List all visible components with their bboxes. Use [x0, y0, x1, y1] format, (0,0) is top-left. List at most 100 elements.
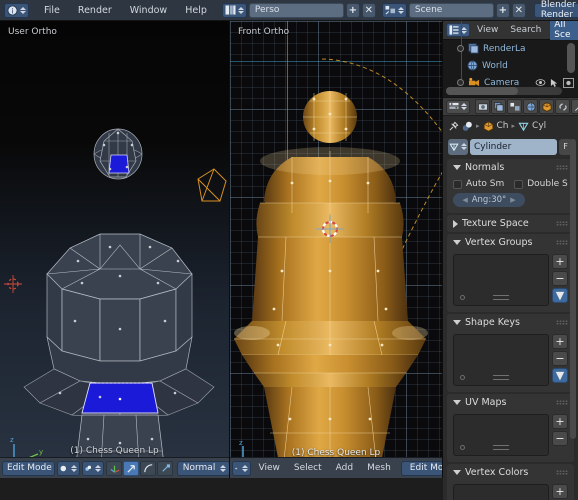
list-resize-grip[interactable]	[493, 295, 509, 300]
panel-normals-header[interactable]: Normals	[447, 159, 574, 176]
screen-layout-add-button[interactable]: +	[345, 2, 360, 18]
eye-icon[interactable]	[535, 78, 546, 87]
scene-browse-button[interactable]	[381, 2, 407, 18]
cursor-arrow-icon[interactable]	[550, 78, 559, 88]
outliner-editor-type-button[interactable]	[446, 23, 470, 37]
menu-file[interactable]: File	[35, 0, 69, 21]
auto-smooth-checkbox[interactable]: Auto Sm	[453, 179, 504, 189]
shape-key-specials-button[interactable]: ▼	[552, 368, 568, 383]
menu-add-right[interactable]: Add	[330, 458, 359, 479]
menu-mesh-right[interactable]: Mesh	[361, 458, 397, 479]
mesh-data-icon-breadcrumb[interactable]	[518, 121, 529, 132]
properties-tab-object[interactable]	[539, 99, 554, 114]
outliner-row-world[interactable]: World	[443, 57, 578, 74]
blender-icon-menu[interactable]: i	[4, 2, 29, 18]
expand-disclosure-icon[interactable]	[457, 45, 464, 52]
transform-orientation-selector[interactable]: Normal	[177, 460, 229, 476]
properties-vscrollbar[interactable]	[570, 139, 576, 439]
vertex-groups-list[interactable]	[453, 254, 549, 306]
screen-layout-remove-button[interactable]: ✕	[361, 2, 376, 18]
vertex-color-add-button[interactable]: +	[552, 484, 568, 499]
editor-type-selector-right[interactable]	[232, 460, 251, 476]
properties-editor-type-button[interactable]	[446, 99, 470, 114]
screen-layout-field[interactable]: Perso	[248, 2, 344, 18]
pivot-spinner[interactable]	[95, 464, 102, 472]
list-resize-grip[interactable]	[493, 445, 509, 450]
shape-keys-list[interactable]	[453, 334, 549, 386]
pivot-point-selector[interactable]	[81, 460, 105, 476]
properties-type-spinner[interactable]	[461, 103, 467, 110]
mesh-name-input[interactable]: Cylinder	[470, 138, 557, 155]
pin-icon[interactable]	[448, 121, 459, 132]
auto-smooth-angle-field[interactable]: ◀ Ang:30° ▶	[453, 193, 525, 207]
list-resize-grip[interactable]	[493, 375, 509, 380]
screen-layout-spinner[interactable]	[237, 6, 244, 14]
rotate-manipulator-toggle[interactable]	[140, 460, 157, 476]
outliner-row-renderlayers[interactable]: RenderLa	[443, 40, 578, 57]
browse-data-icon[interactable]	[462, 121, 473, 132]
list-filter-icon[interactable]	[460, 375, 465, 380]
properties-tab-world[interactable]	[523, 99, 538, 114]
shape-key-remove-button[interactable]: −	[552, 351, 568, 366]
list-filter-icon[interactable]	[460, 295, 465, 300]
outliner-menu-view[interactable]: View	[472, 25, 503, 35]
outliner-hscrollbar[interactable]	[446, 87, 562, 95]
editor-type-spinner[interactable]	[241, 464, 248, 472]
vertex-colors-list[interactable]	[453, 484, 549, 500]
properties-tab-renderlayers[interactable]	[491, 99, 506, 114]
vertex-group-remove-button[interactable]: −	[552, 271, 568, 286]
properties-tab-render[interactable]	[475, 99, 490, 114]
properties-tab-constraints[interactable]	[555, 99, 570, 114]
panel-uv-maps-header[interactable]: UV Maps	[447, 394, 574, 411]
panel-vertex-groups-header[interactable]: Vertex Groups	[447, 234, 574, 251]
breadcrumb-data-label[interactable]: Cyl	[532, 121, 546, 131]
mesh-data-browse-button[interactable]	[448, 138, 468, 155]
scene-name-field[interactable]: Scene	[408, 2, 494, 18]
mode-selector-right[interactable]: Edit Mode	[400, 460, 442, 476]
double-sided-checkbox[interactable]: Double S	[514, 179, 568, 189]
translate-manipulator-toggle[interactable]	[123, 460, 140, 476]
mode-selector-left[interactable]: Edit Mode	[2, 460, 55, 476]
menu-render[interactable]: Render	[69, 0, 121, 21]
viewport-user-ortho[interactable]: User Ortho .wf { fill:#3a4250; stroke:#b…	[0, 21, 230, 478]
decrement-arrow-icon[interactable]: ◀	[462, 196, 467, 204]
mesh-data-spinner[interactable]	[461, 143, 467, 150]
render-engine-selector[interactable]: Blender Render	[533, 0, 578, 20]
spinner-arrows[interactable]	[20, 6, 26, 14]
panel-texture-space-header[interactable]: Texture Space	[447, 215, 574, 232]
outliner-vscrollbar[interactable]	[567, 43, 575, 73]
panel-shape-keys-header[interactable]: Shape Keys	[447, 314, 574, 331]
vertex-group-add-button[interactable]: +	[552, 254, 568, 269]
scene-remove-button[interactable]: ✕	[511, 2, 526, 18]
uv-map-remove-button[interactable]: −	[552, 431, 568, 446]
increment-arrow-icon[interactable]: ▶	[510, 196, 515, 204]
panel-vertex-colors-header[interactable]: Vertex Colors	[447, 464, 574, 481]
vertex-group-specials-button[interactable]: ▼	[552, 288, 568, 303]
menu-help[interactable]: Help	[176, 0, 216, 21]
viewport-shading-selector[interactable]	[56, 460, 80, 476]
scene-add-button[interactable]: +	[495, 2, 510, 18]
breadcrumb-object-label[interactable]: Ch	[497, 121, 509, 131]
object-cube-icon[interactable]	[483, 120, 494, 132]
triangle-right-icon	[453, 219, 458, 228]
outliner-menu-search[interactable]: Search	[505, 25, 546, 35]
outliner-display-mode[interactable]: All Sce	[550, 21, 578, 40]
menu-select-right[interactable]: Select	[288, 458, 328, 479]
viewport-front-ortho[interactable]: Front Ortho z (1) Chess Queen Lp View Se…	[230, 21, 443, 478]
render-icon[interactable]	[563, 77, 574, 88]
expand-disclosure-icon-camera[interactable]	[457, 79, 464, 86]
shading-spinner[interactable]	[70, 464, 77, 472]
shape-key-add-button[interactable]: +	[552, 334, 568, 349]
uv-map-add-button[interactable]: +	[552, 414, 568, 429]
orientation-spinner[interactable]	[220, 464, 226, 472]
properties-tab-scene[interactable]	[507, 99, 522, 114]
menu-window[interactable]: Window	[121, 0, 176, 21]
scene-spinner[interactable]	[397, 6, 404, 14]
list-filter-icon[interactable]	[460, 445, 465, 450]
screen-layout-browse-button[interactable]	[221, 2, 247, 18]
scale-manipulator-toggle[interactable]	[157, 460, 174, 476]
menu-view-right[interactable]: View	[253, 458, 286, 479]
properties-tab-modifiers[interactable]	[571, 99, 578, 114]
uv-maps-list[interactable]	[453, 414, 549, 456]
manipulator-enable-toggle[interactable]	[106, 460, 123, 476]
